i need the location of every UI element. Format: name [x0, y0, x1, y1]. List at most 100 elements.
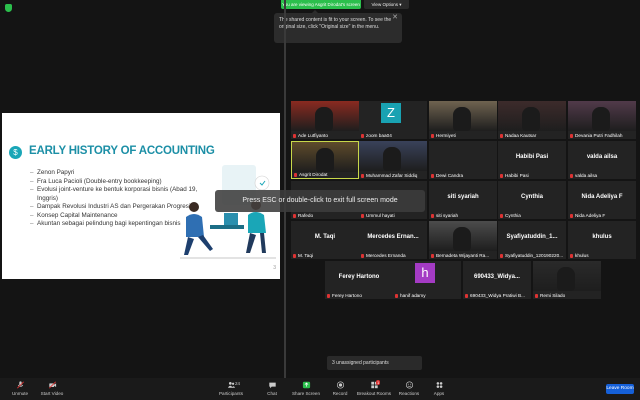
- participant-tile[interactable]: Syafiyatuddin_1... Syafiyatuddin_12019022…: [498, 221, 566, 259]
- person-silhouette: [453, 107, 471, 131]
- participant-tile[interactable]: khulus khulus: [568, 221, 636, 259]
- unassigned-participants[interactable]: 3 unassigned participants: [327, 356, 422, 370]
- person-silhouette: [316, 148, 334, 172]
- participant-display-name: Nida Adeliya F: [581, 194, 623, 200]
- participant-tile[interactable]: valda ailsa valda ailsa: [568, 141, 636, 179]
- participant-tile[interactable]: Nadaa Kautsar: [498, 101, 566, 139]
- participant-video: [568, 101, 636, 131]
- participant-name-label: Devania Putri Fadhilah: [570, 133, 622, 138]
- meeting-illustration: [180, 165, 276, 259]
- video-off-icon: [48, 381, 56, 389]
- muted-mic-icon: [570, 213, 573, 218]
- participant-video: [429, 221, 497, 251]
- person-silhouette: [522, 107, 540, 131]
- muted-mic-icon: [500, 253, 503, 258]
- muted-mic-icon: [500, 213, 503, 218]
- muted-mic-icon: [361, 213, 364, 218]
- participant-tile[interactable]: Remi Silado: [533, 261, 601, 299]
- slide-bullets: Zenon Papyri Fra Luca Pacioli (Double-en…: [30, 169, 200, 229]
- fit-screen-tooltip: The shared content is fit to your screen…: [274, 13, 402, 43]
- muted-mic-icon: [570, 253, 573, 258]
- participant-tile[interactable]: Zzoom baa04: [359, 101, 427, 139]
- participant-tile[interactable]: Bernadeta Wijayanti Ra...: [429, 221, 497, 259]
- participant-tile[interactable]: Cynthia Cynthia: [498, 181, 566, 219]
- participant-tile[interactable]: Habibi Pasi Habibi Pasi: [498, 141, 566, 179]
- participant-tile[interactable]: Hermiyeti: [429, 101, 497, 139]
- participant-display-name: siti syariah: [447, 194, 479, 200]
- dollar-logo-icon: $: [9, 146, 22, 159]
- muted-mic-icon: [570, 173, 573, 178]
- muted-mic-icon: [327, 293, 330, 298]
- bullet-item: Fra Luca Pacioli (Double-entry bookkeepi…: [30, 178, 200, 187]
- bullet-item: Evolusi joint-venture ke bentuk korporas…: [30, 186, 200, 203]
- participant-display-name: valda ailsa: [586, 154, 618, 160]
- participant-tile[interactable]: Nida Adeliya F Nida Adeliya F: [568, 181, 636, 219]
- participant-tile[interactable]: h hanif adamy: [393, 261, 461, 299]
- participant-display-name: Cynthia: [520, 194, 543, 200]
- participant-tile[interactable]: Mercedes Ernan... Mercedes Ernanda: [359, 221, 427, 259]
- muted-mic-icon: [465, 293, 468, 298]
- muted-mic-icon: [431, 173, 434, 178]
- participant-name-label: Ummul hayati: [361, 213, 395, 218]
- person-silhouette: [557, 267, 575, 291]
- breakout-rooms-button[interactable]: 1 Breakout Rooms: [354, 380, 394, 396]
- participant-tile[interactable]: Ferey Hartono Ferey Hartono: [325, 261, 393, 299]
- security-shield-icon[interactable]: [5, 4, 12, 12]
- participant-tile[interactable]: Devania Putri Fadhilah: [568, 101, 636, 139]
- participant-name-label: Hermiyeti: [431, 133, 456, 138]
- participant-display-name: Syafiyatuddin_1...: [506, 234, 558, 240]
- participant-name-label: Syafiyatuddin_120190220...: [500, 253, 563, 258]
- share-screen-icon: [302, 381, 310, 389]
- view-options-button[interactable]: View Options ▾: [364, 0, 409, 9]
- participant-tile[interactable]: 690433_Widya... 690433_Widya Pratiwi B...: [463, 261, 531, 299]
- exit-fullscreen-message: Press ESC or double-click to exit full s…: [215, 190, 425, 212]
- zoom-window: You are viewing Asgrit Dirodat's screen …: [0, 0, 640, 400]
- participant-name-label: Remi Silado: [535, 293, 565, 298]
- person-silhouette: [592, 107, 610, 131]
- muted-mic-icon: [294, 172, 297, 177]
- participant-tile[interactable]: M. Taqi M. Taqi: [291, 221, 359, 259]
- split-divider[interactable]: [284, 0, 286, 378]
- participant-name-label: Nadaa Kautsar: [500, 133, 536, 138]
- leave-room-button[interactable]: Leave Room: [606, 384, 634, 394]
- close-icon[interactable]: ✕: [392, 14, 398, 22]
- participant-name-label: valda ailsa: [570, 173, 597, 178]
- participant-name-label: hanif adamy: [395, 293, 426, 298]
- participant-name-label: Cynthia: [500, 213, 521, 218]
- participant-name-label: Habibi Pasi: [500, 173, 529, 178]
- participant-tile[interactable]: Ade Lutfiyanto: [291, 101, 359, 139]
- muted-mic-icon: [570, 133, 573, 138]
- participant-tile[interactable]: Dewi Candra: [429, 141, 497, 179]
- muted-mic-icon: [431, 213, 434, 218]
- participant-video: [359, 141, 427, 171]
- breakout-rooms-label: Breakout Rooms: [356, 391, 392, 396]
- participant-name-label: Rafedo: [293, 213, 313, 218]
- participant-tile[interactable]: siti syariah siti syariah: [429, 181, 497, 219]
- participant-name-label: Nida Adeliya F: [570, 213, 605, 218]
- muted-mic-icon: [361, 173, 364, 178]
- participants-count: 24: [235, 381, 241, 386]
- participants-button[interactable]: 24 Participants: [211, 381, 251, 396]
- chat-icon: [268, 382, 276, 389]
- participant-name-label: Muhammad Zafar Siddiq: [361, 173, 417, 178]
- participant-tile[interactable]: Asgrit Dirodat: [291, 141, 359, 179]
- participant-video: [291, 101, 359, 131]
- person-silhouette: [383, 147, 401, 171]
- participant-name-label: Asgrit Dirodat: [294, 172, 327, 177]
- slide-page-number: 3: [273, 265, 276, 271]
- participant-name-label: Ferey Hartono: [327, 293, 362, 298]
- muted-microphone-icon: [16, 381, 24, 389]
- muted-mic-icon: [431, 133, 434, 138]
- start-video-button[interactable]: Start Video: [32, 381, 72, 396]
- apps-label: Apps: [433, 391, 445, 396]
- participant-video: [292, 142, 358, 172]
- sharing-banner: You are viewing Asgrit Dirodat's screen: [281, 0, 361, 9]
- participant-name-label: Bernadeta Wijayanti Ra...: [431, 253, 489, 258]
- start-video-label: Start Video: [40, 391, 64, 396]
- participant-tile[interactable]: Muhammad Zafar Siddiq: [359, 141, 427, 179]
- slide-title: EARLY HISTORY OF ACCOUNTING: [29, 145, 215, 157]
- record-icon: [336, 381, 344, 389]
- bullet-item: Akuntan sebagai pelindung bagi kepenting…: [30, 220, 200, 229]
- muted-mic-icon: [535, 293, 538, 298]
- apps-button[interactable]: Apps: [419, 381, 459, 396]
